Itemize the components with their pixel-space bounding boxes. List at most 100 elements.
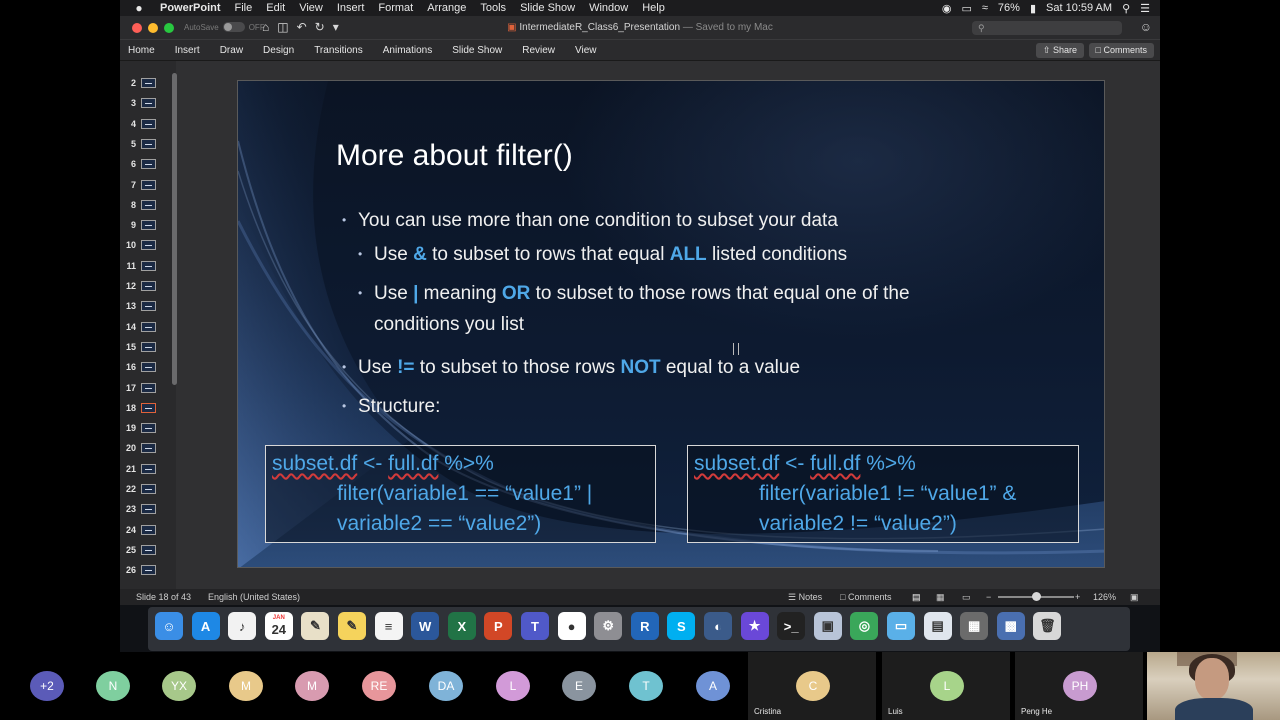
screen-share-icon[interactable]: ◐ <box>704 612 732 640</box>
menu-app-name[interactable]: PowerPoint <box>160 2 221 14</box>
participant-avatar[interactable]: DA <box>429 671 463 701</box>
slide-thumbnail-pane[interactable]: 2 3 4 5 6 7 8 9 10 11 12 13 14 15 16 17 18 19 20 21 22 23 24 25… <box>120 61 176 589</box>
screenshot-icon[interactable]: ▦ <box>960 612 989 640</box>
slide-sorter-icon[interactable]: ▦ <box>936 592 945 603</box>
keynote-icon[interactable]: ▩ <box>996 612 1025 640</box>
slide-thumbnail-preview[interactable] <box>141 382 156 393</box>
participant-avatar[interactable]: PH <box>1063 671 1097 701</box>
participant-avatar[interactable]: N <box>96 671 130 701</box>
slide-thumbnail[interactable]: 16 <box>120 359 176 379</box>
chrome-icon[interactable]: ● <box>557 612 586 640</box>
menu-file[interactable]: File <box>235 2 253 14</box>
slide-thumbnail[interactable]: 2 <box>120 75 176 95</box>
bullet-3[interactable]: • Use | meaning OR to subset to those ro… <box>358 283 910 305</box>
slide-thumbnail[interactable]: 25 <box>120 542 176 562</box>
slide-thumbnail[interactable]: 6 <box>120 156 176 176</box>
bullet-4[interactable]: • Use != to subset to those rows NOT equ… <box>342 357 800 379</box>
reading-view-icon[interactable]: ▭ <box>962 592 971 603</box>
feedback-smile-icon[interactable]: ☺ <box>1140 20 1152 34</box>
system-preferences-icon[interactable]: ⚙ <box>594 612 623 640</box>
slide-thumbnail-preview[interactable] <box>141 138 156 149</box>
zoom-in-button[interactable]: + <box>1075 592 1080 602</box>
slide-thumbnail-preview[interactable] <box>141 159 156 170</box>
itunes-icon[interactable]: ♪ <box>228 612 257 640</box>
slide-thumbnail-preview[interactable] <box>141 98 156 109</box>
slide-thumbnail[interactable]: 8 <box>120 197 176 217</box>
r-icon[interactable]: R <box>630 612 659 640</box>
slide-thumbnail-preview[interactable] <box>141 240 156 251</box>
notes-icon[interactable]: ✎ <box>301 612 330 640</box>
word-icon[interactable]: W <box>411 612 440 640</box>
teams-icon[interactable]: T <box>521 612 549 640</box>
slide-thumbnail-preview[interactable] <box>141 463 156 474</box>
menu-insert[interactable]: Insert <box>337 2 365 14</box>
slide-thumbnail[interactable]: 3 <box>120 95 176 115</box>
calendar-icon[interactable]: JAN 24 <box>264 612 293 640</box>
slide-thumbnail-preview[interactable] <box>141 341 156 352</box>
battery-icon[interactable]: ▮ <box>1030 2 1036 15</box>
menu-clock[interactable]: Sat 10:59 AM <box>1046 2 1112 14</box>
slide-thumbnail-preview[interactable] <box>141 443 156 454</box>
participant-avatar[interactable]: L <box>930 671 964 701</box>
apple-icon[interactable]: ● <box>132 1 146 15</box>
downloads-icon[interactable]: ▤ <box>923 612 952 640</box>
battery-percent[interactable]: 76% <box>998 2 1020 14</box>
slide-thumbnail[interactable]: 15 <box>120 339 176 359</box>
zoom-percent[interactable]: 126% <box>1093 592 1116 602</box>
participant-avatar[interactable]: T <box>629 671 663 701</box>
bullet-3-line-2[interactable]: conditions you list <box>374 314 524 336</box>
slide-thumbnail-preview[interactable] <box>141 301 156 312</box>
slide-thumbnail-preview[interactable] <box>141 179 156 190</box>
menu-help[interactable]: Help <box>642 2 665 14</box>
finder-icon[interactable]: ☺ <box>155 612 183 640</box>
participant-avatar[interactable]: A <box>696 671 730 701</box>
tab-review[interactable]: Review <box>522 45 555 56</box>
slide-thumbnail-preview[interactable] <box>141 402 156 413</box>
wifi-icon[interactable]: ≈ <box>982 2 988 14</box>
slide-thumbnail-preview[interactable] <box>141 199 156 210</box>
powerpoint-icon[interactable]: P <box>484 612 513 640</box>
code-box-and-not[interactable]: subset.df <- full.df %>% filter(variable… <box>687 445 1079 543</box>
activity-icon[interactable]: ◎ <box>850 612 879 640</box>
skype-icon[interactable]: S <box>667 612 696 640</box>
menu-window[interactable]: Window <box>589 2 628 14</box>
bullet-1[interactable]: • You can use more than one condition to… <box>342 210 838 232</box>
menu-tools[interactable]: Tools <box>480 2 506 14</box>
status-comments-button[interactable]: □ Comments <box>840 592 891 602</box>
tab-animations[interactable]: Animations <box>383 45 432 56</box>
menu-view[interactable]: View <box>299 2 323 14</box>
slide-thumbnail-preview[interactable] <box>141 321 156 332</box>
menu-arrange[interactable]: Arrange <box>427 2 466 14</box>
participant-avatar[interactable]: YX <box>162 671 196 701</box>
slide-thumbnail[interactable]: 12 <box>120 278 176 298</box>
participant-avatar[interactable]: L <box>496 671 530 701</box>
imovie-icon[interactable]: ★ <box>740 612 769 640</box>
slide-thumbnail-preview[interactable] <box>141 281 156 291</box>
slide-thumbnail-preview[interactable] <box>141 78 156 88</box>
menu-slide-show[interactable]: Slide Show <box>520 2 575 14</box>
slide-thumbnail-preview[interactable] <box>141 362 156 373</box>
slide-thumbnail[interactable]: 21 <box>120 461 176 481</box>
participant-video[interactable] <box>1147 652 1280 720</box>
tab-view[interactable]: View <box>575 45 597 56</box>
zoom-slider-handle[interactable] <box>1032 592 1041 601</box>
slide-thumbnail-preview[interactable] <box>141 544 156 555</box>
normal-view-icon[interactable]: ▤ <box>912 592 921 603</box>
tab-insert[interactable]: Insert <box>175 45 200 56</box>
slide-thumbnail[interactable]: 13 <box>120 298 176 318</box>
slide-thumbnail-preview[interactable] <box>141 220 156 231</box>
stickies-icon[interactable]: ✎ <box>338 612 366 640</box>
comments-button[interactable]: □ Comments <box>1088 43 1154 58</box>
tab-transitions[interactable]: Transitions <box>314 45 363 56</box>
slide-thumbnail-preview[interactable] <box>141 260 156 271</box>
participant-avatar[interactable]: M <box>229 671 263 701</box>
slide-thumbnail[interactable]: 20 <box>120 440 176 460</box>
participant-avatar[interactable]: E <box>562 671 596 701</box>
app-store-icon[interactable]: A <box>191 612 220 640</box>
slide-thumbnail[interactable]: 5 <box>120 136 176 156</box>
tab-slide-show[interactable]: Slide Show <box>452 45 502 56</box>
slide-thumbnail[interactable]: 23 <box>120 501 176 521</box>
search-input[interactable]: ⚲ <box>972 21 1122 35</box>
slide-thumbnail-preview[interactable] <box>141 423 156 434</box>
terminal-icon[interactable]: >_ <box>777 612 806 640</box>
